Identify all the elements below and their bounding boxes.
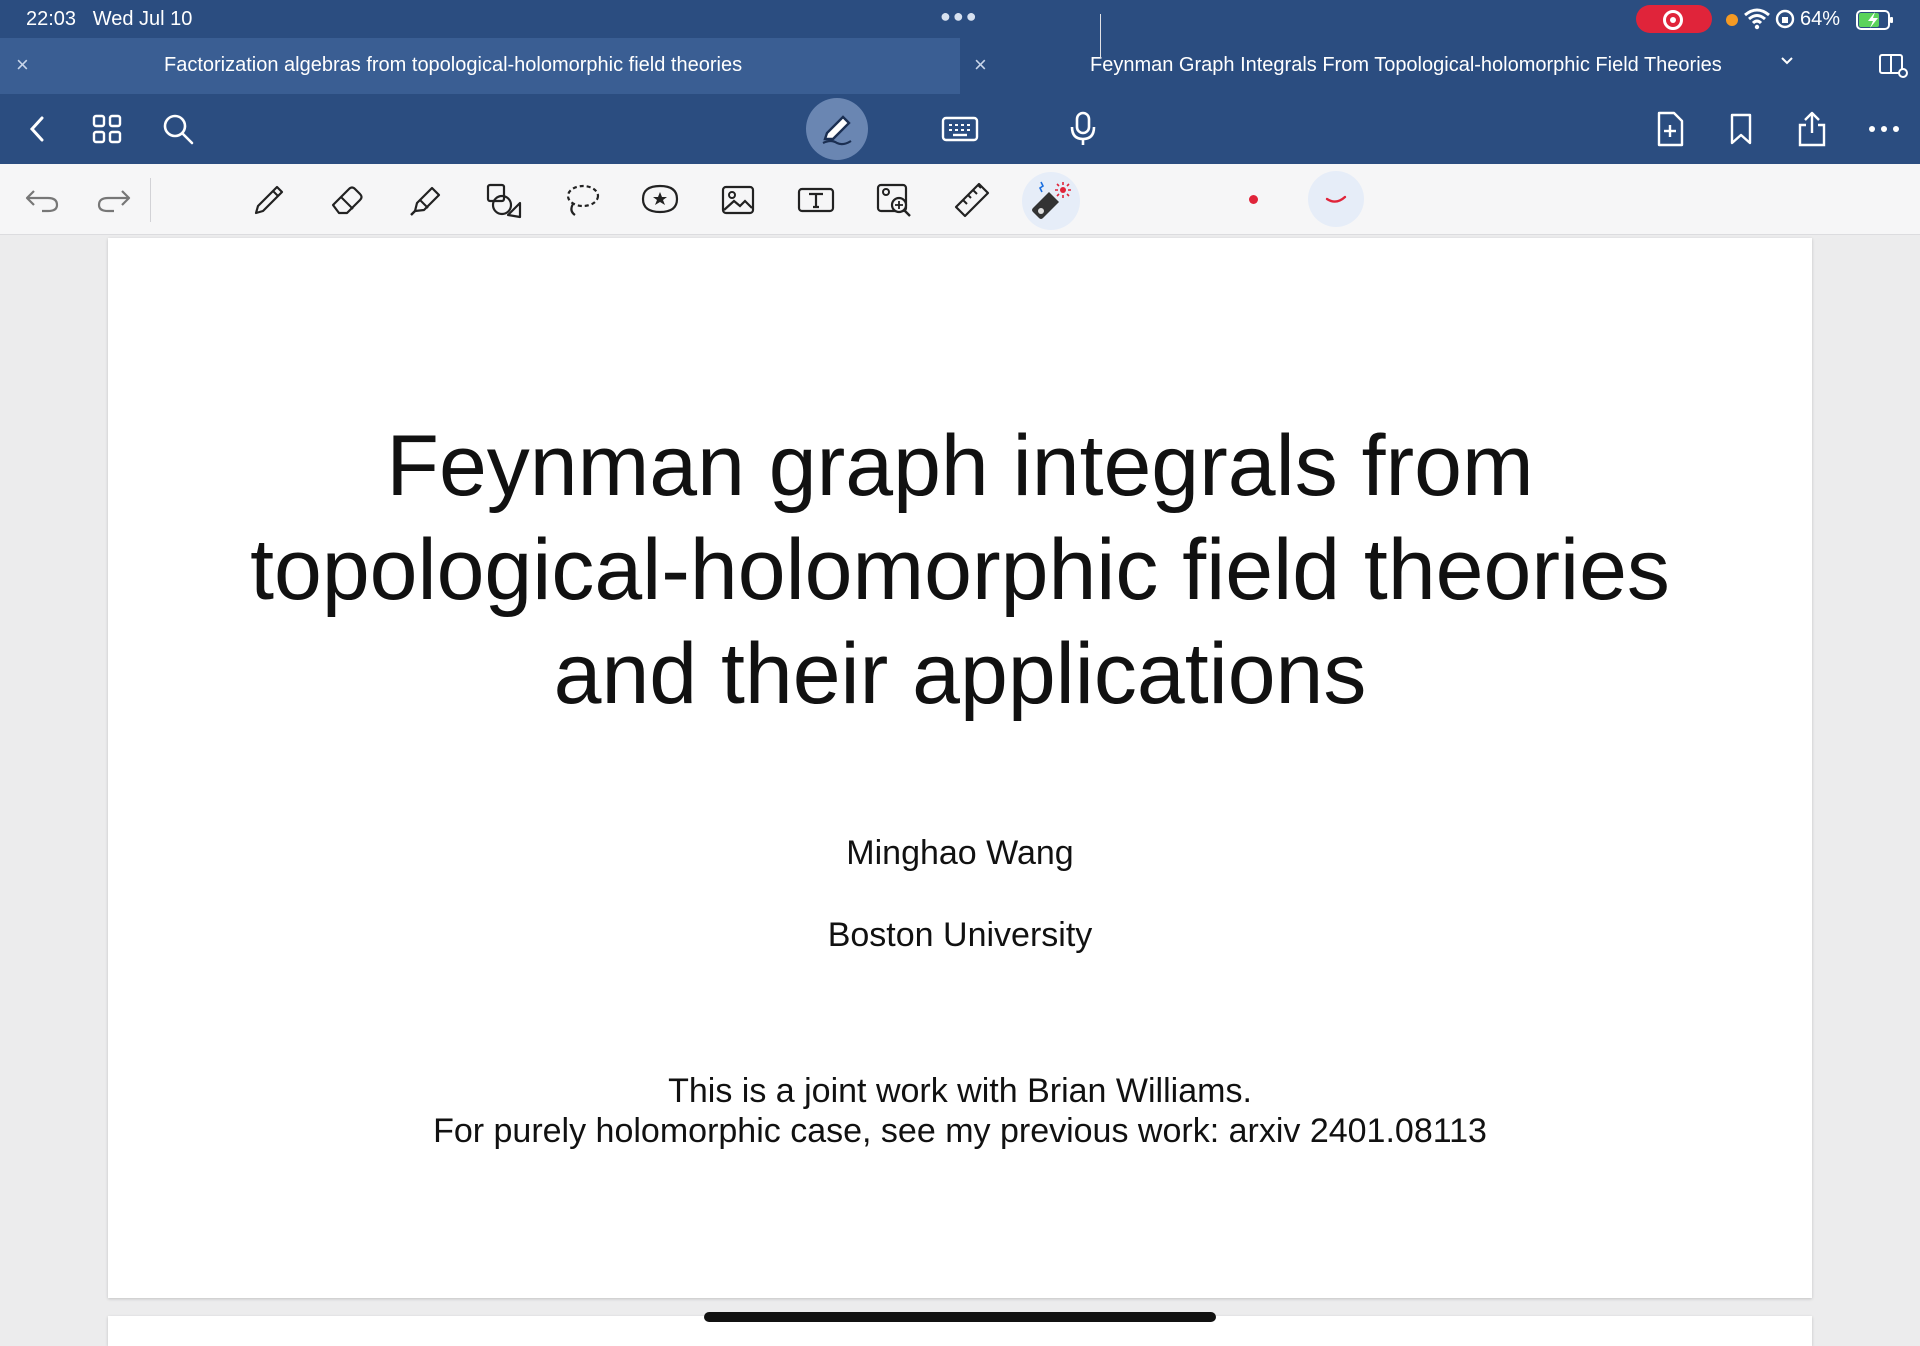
document-page[interactable]: Feynman graph integrals from topological… [108, 238, 1812, 1298]
document-tab-bar: × Factorization algebras from topologica… [0, 38, 1920, 94]
pen-tool[interactable] [247, 178, 291, 222]
pen-mode-button[interactable] [806, 98, 868, 160]
image-search-icon [876, 183, 911, 217]
chevron-down-icon[interactable] [1780, 56, 1794, 66]
pen-mode-icon [822, 115, 852, 146]
orientation-lock-icon [1775, 9, 1795, 29]
more-button[interactable] [1863, 108, 1905, 150]
bookmark-icon [1730, 113, 1752, 145]
tab-close-icon[interactable]: × [16, 52, 29, 78]
stroke-curve-icon [1325, 195, 1347, 203]
status-time-date: 22:03 Wed Jul 10 [26, 8, 193, 30]
stroke-style-button[interactable] [1308, 171, 1364, 227]
elements-tool[interactable] [638, 178, 682, 222]
record-icon [1663, 10, 1683, 30]
zoom-window-tool[interactable] [872, 178, 916, 222]
screen-recording-indicator[interactable] [1636, 5, 1712, 33]
microphone-icon [1070, 111, 1096, 145]
tab-close-icon[interactable]: × [974, 52, 987, 78]
title-line: topological-holomorphic field theories [250, 522, 1670, 618]
redo-button[interactable] [92, 178, 136, 222]
wifi-icon [1744, 8, 1770, 30]
slide-title: Feynman graph integrals from topological… [108, 414, 1812, 726]
microphone-button[interactable] [1062, 108, 1104, 150]
undo-button[interactable] [20, 178, 64, 222]
thumbnails-button[interactable] [86, 108, 128, 150]
pen-icon [254, 185, 284, 215]
home-indicator[interactable] [704, 1312, 1216, 1322]
pen-color-swatch[interactable] [1249, 195, 1258, 204]
split-view-icon[interactable] [1878, 52, 1908, 78]
title-line: Feynman graph integrals from [386, 418, 1534, 514]
eraser-icon [331, 186, 363, 215]
lasso-tool[interactable] [560, 178, 604, 222]
undo-icon [25, 190, 59, 213]
navigation-bar [0, 94, 1920, 164]
highlighter-tool[interactable] [404, 178, 448, 222]
tab-title[interactable]: Feynman Graph Integrals From Topological… [1090, 54, 1722, 77]
shapes-tool[interactable] [482, 178, 526, 222]
tab-title[interactable]: Factorization algebras from topological-… [164, 54, 742, 77]
image-icon [721, 185, 755, 215]
eraser-tool[interactable] [326, 178, 370, 222]
previous-work-note: For purely holomorphic case, see my prev… [433, 1112, 1487, 1150]
keyboard-icon [941, 116, 979, 142]
lasso-icon [566, 184, 600, 216]
bookmark-button[interactable] [1720, 108, 1762, 150]
laser-pointer-icon [1032, 181, 1071, 219]
annotation-toolbar [0, 164, 1920, 235]
tab-factorization-algebras[interactable]: × Factorization algebras from topologica… [0, 38, 960, 94]
sticker-star-icon [641, 184, 679, 214]
image-tool[interactable] [716, 178, 760, 222]
author-name: Minghao Wang [846, 834, 1074, 872]
battery-percentage: 64% [1800, 8, 1841, 30]
share-button[interactable] [1791, 108, 1833, 150]
search-icon [163, 114, 194, 145]
grid-icon [92, 114, 122, 144]
status-bar: 22:03 Wed Jul 10 ●●● 64% [0, 0, 1920, 38]
shapes-icon [486, 183, 522, 219]
toolbar-divider [1100, 14, 1101, 58]
text-tool[interactable] [794, 178, 838, 222]
tab-feynman-graph-integrals[interactable]: × Feynman Graph Integrals From Topologic… [962, 38, 1920, 94]
share-icon [1798, 111, 1826, 147]
battery-icon [1856, 10, 1893, 30]
title-line: and their applications [553, 626, 1367, 722]
keyboard-button[interactable] [939, 108, 981, 150]
redo-icon [97, 190, 131, 213]
ruler-tool[interactable] [950, 178, 994, 222]
chevron-left-icon [29, 116, 44, 142]
ruler-icon [954, 182, 990, 218]
multitasking-dots-icon[interactable]: ●●● [940, 6, 979, 27]
text-box-icon [797, 187, 835, 213]
toolbar-divider [150, 178, 151, 222]
laser-pointer-button[interactable] [1029, 178, 1073, 222]
microphone-in-use-dot [1726, 14, 1738, 26]
back-button[interactable] [16, 108, 58, 150]
add-page-icon [1657, 111, 1684, 147]
highlighter-icon [410, 186, 441, 216]
affiliation: Boston University [827, 916, 1093, 954]
more-icon [1869, 126, 1899, 132]
joint-work-note: This is a joint work with Brian Williams… [668, 1072, 1252, 1110]
search-button[interactable] [157, 108, 199, 150]
add-page-button[interactable] [1649, 108, 1691, 150]
